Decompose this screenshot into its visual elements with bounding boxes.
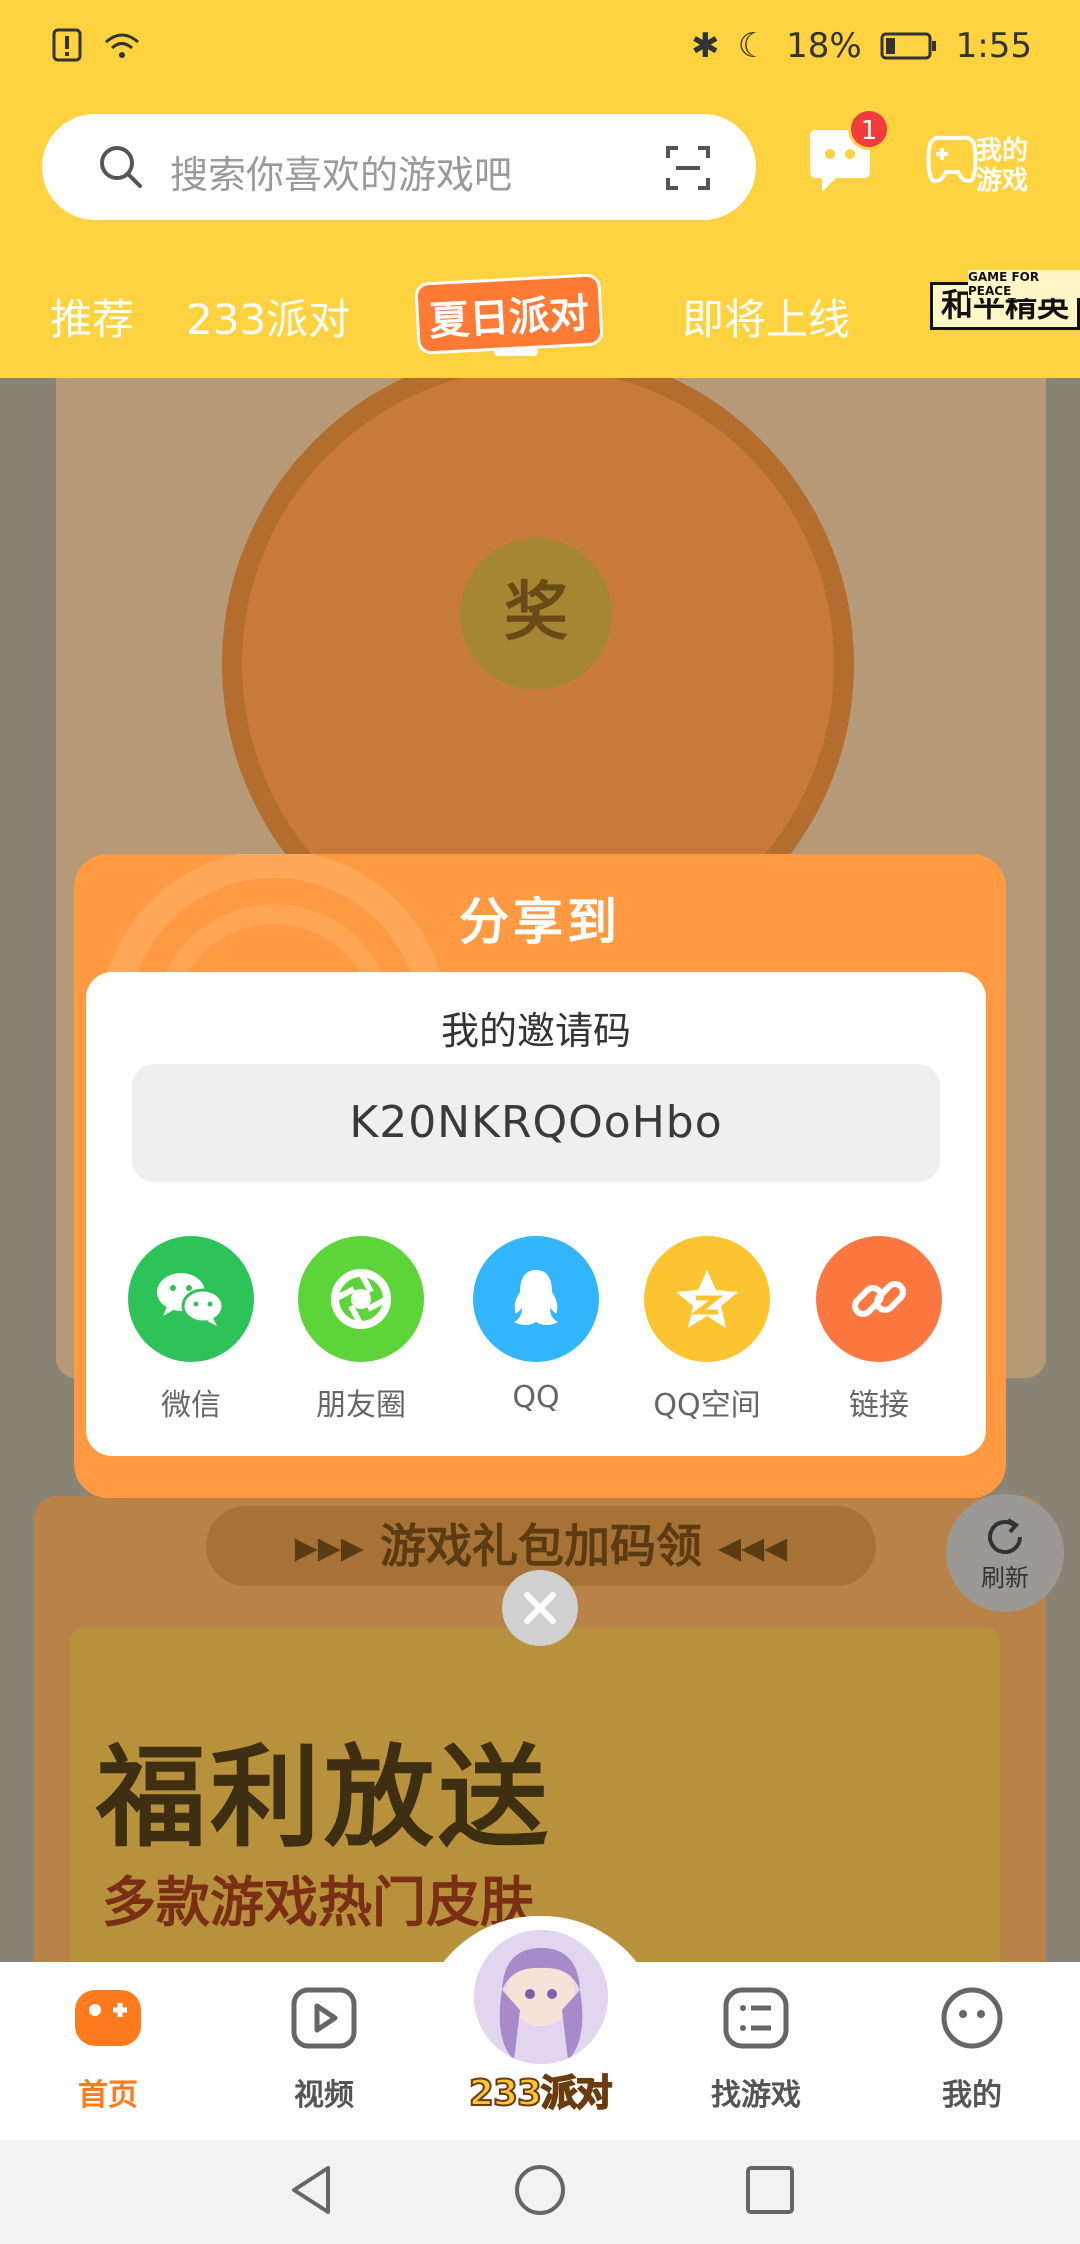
share-qq[interactable]: QQ xyxy=(451,1236,621,1415)
share-wechat[interactable]: 微信 xyxy=(106,1236,276,1424)
bluetooth-icon: ✱ xyxy=(691,26,720,66)
share-moments[interactable]: 朋友圈 xyxy=(276,1236,446,1424)
share-link[interactable]: 链接 xyxy=(794,1236,964,1424)
tab-peace-elite-caption: GAME FOR PEACE xyxy=(968,270,1080,298)
nav-video[interactable]: 视频 xyxy=(244,1986,404,2114)
wifi-icon xyxy=(105,33,139,58)
my-games-line2: 游戏 xyxy=(975,166,1028,196)
clock: 1:55 xyxy=(955,26,1032,66)
battery-percent: 18% xyxy=(786,26,862,66)
moments-icon xyxy=(298,1236,424,1362)
tab-summer-party[interactable]: 夏日派对 xyxy=(414,273,604,355)
banner-title: 福利放送 xyxy=(96,1734,552,1862)
category-tabs: 推荐 233派对 夏日派对 即将上线 xyxy=(0,273,1080,355)
invite-label: 我的邀请码 xyxy=(440,1009,631,1053)
wheel-center[interactable]: 奖 xyxy=(460,538,612,690)
message-badge: 1 xyxy=(848,108,890,150)
back-icon[interactable] xyxy=(284,2162,340,2218)
tab-233-party[interactable]: 233派对 xyxy=(186,286,350,347)
nav-233-party[interactable]: 233派对 xyxy=(450,2064,630,2116)
video-icon xyxy=(291,1987,357,2049)
avatar-illustration xyxy=(474,1930,608,2064)
battery-icon xyxy=(880,32,936,60)
system-nav-bar xyxy=(0,2140,1080,2244)
wechat-icon xyxy=(128,1236,254,1362)
close-icon xyxy=(524,1592,556,1624)
smiley-icon xyxy=(941,1987,1003,2049)
tab-recommend[interactable]: 推荐 xyxy=(50,286,134,347)
home-circle-icon[interactable] xyxy=(512,2162,568,2218)
qzone-icon xyxy=(644,1236,770,1362)
nav-video-label: 视频 xyxy=(294,2078,354,2113)
list-icon xyxy=(723,1987,789,2049)
qq-icon xyxy=(473,1236,599,1362)
scan-icon[interactable] xyxy=(664,144,712,192)
alert-icon xyxy=(52,28,82,62)
refresh-icon xyxy=(988,1518,1022,1554)
tab-indicator xyxy=(494,348,538,356)
tab-coming-soon[interactable]: 即将上线 xyxy=(682,286,850,347)
nav-home-label: 首页 xyxy=(78,2078,138,2113)
nav-find-games-label: 找游戏 xyxy=(711,2078,801,2113)
nav-home[interactable]: 首页 xyxy=(28,1986,188,2114)
nav-me-label: 我的 xyxy=(942,2078,1002,2113)
share-qzone[interactable]: QQ空间 xyxy=(622,1236,792,1424)
home-gamepad-icon xyxy=(75,1990,141,2046)
link-icon xyxy=(816,1236,942,1362)
share-options: 微信 朋友圈 QQ QQ空间 链接 xyxy=(86,1236,986,1436)
status-bar-left xyxy=(52,28,142,62)
my-games-line1: 我的 xyxy=(975,136,1028,166)
my-games-button[interactable]: 我的 游戏 xyxy=(972,136,1032,196)
search-placeholder: 搜索你喜欢的游戏吧 xyxy=(170,153,513,197)
banner-subtitle: 多款游戏热门皮肤 xyxy=(102,1871,534,1934)
dialog-title: 分享到 xyxy=(459,893,621,951)
moon-icon: ☾ xyxy=(737,26,769,66)
share-panel: 我的邀请码 K20NKRQOoHbo 微信 朋友圈 QQ QQ空间 链接 xyxy=(86,972,986,1456)
close-button[interactable] xyxy=(502,1570,578,1646)
share-qq-label: QQ xyxy=(512,1380,560,1415)
app-header: ✱ ☾ 18% 1:55 搜索你喜欢的游戏吧 1 我的 游戏 推荐 233派对 … xyxy=(0,0,1080,378)
search-bar[interactable]: 搜索你喜欢的游戏吧 xyxy=(42,114,756,220)
status-bar-right: ✱ ☾ 18% 1:55 xyxy=(691,26,1032,66)
share-wechat-label: 微信 xyxy=(161,1388,221,1423)
share-qzone-label: QQ空间 xyxy=(653,1388,761,1423)
share-moments-label: 朋友圈 xyxy=(316,1388,406,1423)
share-link-label: 链接 xyxy=(849,1388,909,1423)
refresh-label: 刷新 xyxy=(981,1564,1029,1592)
party-avatar[interactable] xyxy=(474,1930,608,2064)
share-dialog: 分享到 我的邀请码 K20NKRQOoHbo 微信 朋友圈 QQ QQ空间 链接 xyxy=(74,854,1006,1498)
search-icon xyxy=(100,146,142,188)
nav-me[interactable]: 我的 xyxy=(892,1986,1052,2114)
recents-icon[interactable] xyxy=(742,2162,798,2218)
nav-find-games[interactable]: 找游戏 xyxy=(676,1986,836,2114)
refresh-button[interactable]: 刷新 xyxy=(946,1494,1064,1612)
invite-code[interactable]: K20NKRQOoHbo xyxy=(132,1064,940,1182)
